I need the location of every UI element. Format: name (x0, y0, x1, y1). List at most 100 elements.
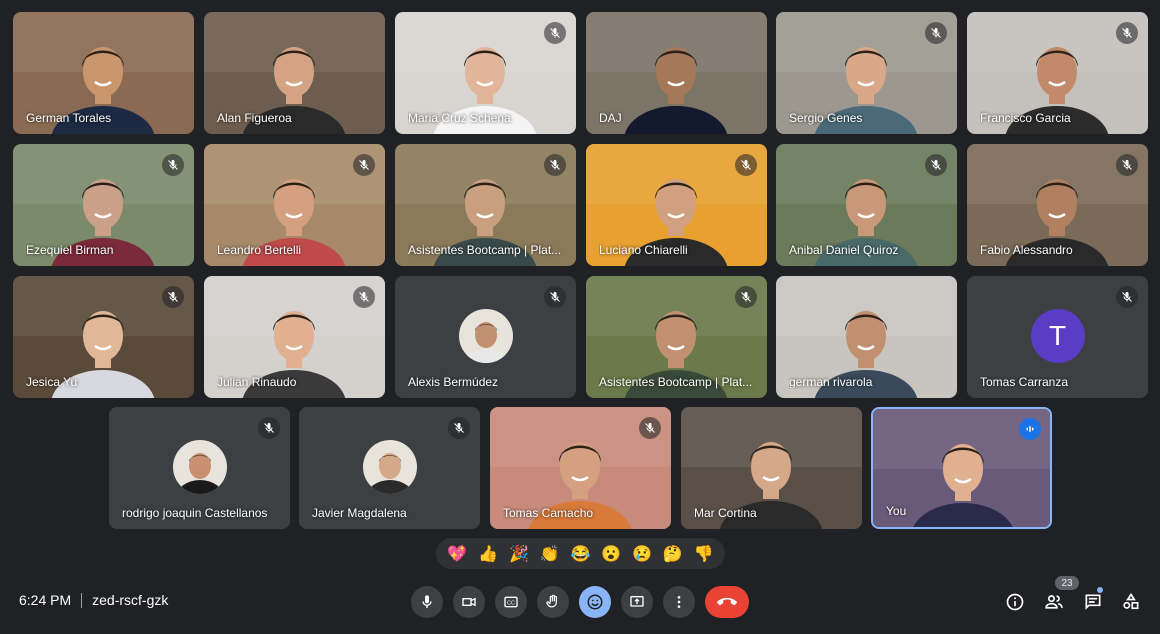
participant-name: Alan Figueroa (217, 111, 292, 125)
participant-photo (458, 309, 513, 363)
muted-indicator (735, 286, 757, 308)
raise-hand-button[interactable] (537, 586, 569, 618)
meeting-details-button[interactable] (1003, 590, 1027, 614)
participant-name: Leandro Bertelli (217, 243, 302, 257)
reaction-emoji-button[interactable]: 👍 (478, 544, 498, 564)
present-icon (630, 596, 644, 607)
participant-tile[interactable]: Francisco Garcia (967, 12, 1148, 134)
muted-indicator (162, 154, 184, 176)
mic-off-icon (741, 292, 751, 302)
participant-tile[interactable]: Leandro Bertelli (204, 144, 385, 266)
chat-button[interactable] (1081, 590, 1105, 614)
muted-indicator (1116, 22, 1138, 44)
captions-button[interactable]: CC (495, 586, 527, 618)
reaction-emoji-button[interactable]: 😮 (601, 544, 621, 564)
muted-indicator (353, 286, 375, 308)
more-options-button[interactable] (663, 586, 695, 618)
svg-text:CC: CC (507, 600, 515, 606)
speaking-indicator (1019, 418, 1041, 440)
mic-off-icon (931, 28, 941, 38)
participant-name: Tomas Camacho (503, 506, 594, 520)
participant-name: Alexis Bermúdez (408, 375, 499, 389)
participant-avatar (172, 440, 227, 494)
participant-tile[interactable]: Maria Cruz Schena (395, 12, 576, 134)
chat-icon (1085, 594, 1101, 610)
mic-off-icon (550, 160, 560, 170)
participant-initial-avatar: T (1030, 309, 1085, 363)
emoji-button[interactable] (579, 586, 611, 618)
participant-tile[interactable]: Javier Magdalena (299, 407, 480, 529)
participant-name: german rivarola (789, 375, 873, 389)
participant-tile[interactable]: T Tomas Carranza (967, 276, 1148, 398)
info-icon (1006, 593, 1024, 611)
participant-name: Francisco Garcia (980, 111, 1071, 125)
muted-indicator (544, 22, 566, 44)
self-tile[interactable]: You (871, 407, 1052, 529)
mic-off-icon (359, 160, 369, 170)
reaction-emoji-button[interactable]: 😂 (570, 544, 590, 564)
activities-icon (1123, 592, 1139, 610)
meeting-time: 6:24 PM (19, 592, 72, 608)
participant-name: Tomas Carranza (980, 375, 1069, 389)
participant-tile[interactable]: Fabio Alessandro (967, 144, 1148, 266)
muted-indicator (735, 154, 757, 176)
muted-indicator (544, 154, 566, 176)
more-options-icon (677, 596, 681, 608)
participant-tile[interactable]: Julian Rinaudo (204, 276, 385, 398)
participant-tile[interactable]: Anibal Daniel Quiroz (776, 144, 957, 266)
mic-off-icon (1122, 160, 1132, 170)
mic-off-icon (168, 160, 178, 170)
participant-tile[interactable]: Alexis Bermúdez (395, 276, 576, 398)
muted-indicator (353, 154, 375, 176)
activities-button[interactable] (1119, 590, 1143, 614)
mic-off-icon (1122, 28, 1132, 38)
participant-name: Mar Cortina (694, 506, 757, 520)
mic-off-icon (931, 160, 941, 170)
people-button[interactable] (1042, 590, 1066, 614)
participant-avatar (362, 440, 417, 494)
speaking-indicator-icon (1026, 426, 1034, 432)
participant-name: Julian Rinaudo (217, 375, 297, 389)
participant-tile[interactable]: rodrigo joaquin Castellanos (109, 407, 290, 529)
participant-name: Maria Cruz Schena (408, 111, 511, 125)
people-count-badge: 23 (1055, 576, 1079, 590)
reaction-emoji-button[interactable]: 👎 (694, 544, 714, 564)
participant-tile[interactable]: Luciano Chiarelli (586, 144, 767, 266)
reaction-emoji-button[interactable]: 💖 (447, 544, 467, 564)
participant-name: You (886, 504, 907, 518)
participant-tile[interactable]: Mar Cortina (681, 407, 862, 529)
participant-tile[interactable]: Ezequiel Birman (13, 144, 194, 266)
mic-off-icon (168, 292, 178, 302)
end-call-button[interactable] (705, 586, 749, 618)
camera-button[interactable] (453, 586, 485, 618)
reaction-emoji-button[interactable]: 😢 (632, 544, 652, 564)
muted-indicator (639, 417, 661, 439)
raise-hand-icon (546, 594, 557, 608)
mic-button[interactable] (411, 586, 443, 618)
participant-name: Javier Magdalena (312, 506, 407, 520)
participant-tile[interactable]: German Torales (13, 12, 194, 134)
mic-off-icon (550, 292, 560, 302)
participant-tile[interactable]: DAJ (586, 12, 767, 134)
participant-tile[interactable]: Asistentes Bootcamp | Plat... (395, 144, 576, 266)
participant-tile[interactable]: german rivarola (776, 276, 957, 398)
reaction-emoji-button[interactable]: 👏 (540, 544, 560, 564)
participant-photo (362, 440, 417, 494)
participant-tile[interactable]: Jesica Yu (13, 276, 194, 398)
participant-tile[interactable]: Sergio Genes (776, 12, 957, 134)
participant-avatar (458, 309, 513, 363)
participant-tile[interactable]: Alan Figueroa (204, 12, 385, 134)
divider (81, 592, 83, 608)
participant-name: Anibal Daniel Quiroz (789, 243, 899, 257)
reaction-emoji-button[interactable]: 🎉 (509, 544, 529, 564)
muted-indicator (448, 417, 470, 439)
participant-name: Sergio Genes (789, 111, 863, 125)
reaction-emoji-button[interactable]: 🤔 (663, 544, 683, 564)
participant-tile[interactable]: Tomas Camacho (490, 407, 671, 529)
emoji-icon (587, 594, 603, 610)
mic-off-icon (645, 423, 655, 433)
participant-name: Jesica Yu (26, 375, 78, 389)
present-button[interactable] (621, 586, 653, 618)
muted-indicator (925, 22, 947, 44)
participant-tile[interactable]: Asistentes Bootcamp | Plat... (586, 276, 767, 398)
